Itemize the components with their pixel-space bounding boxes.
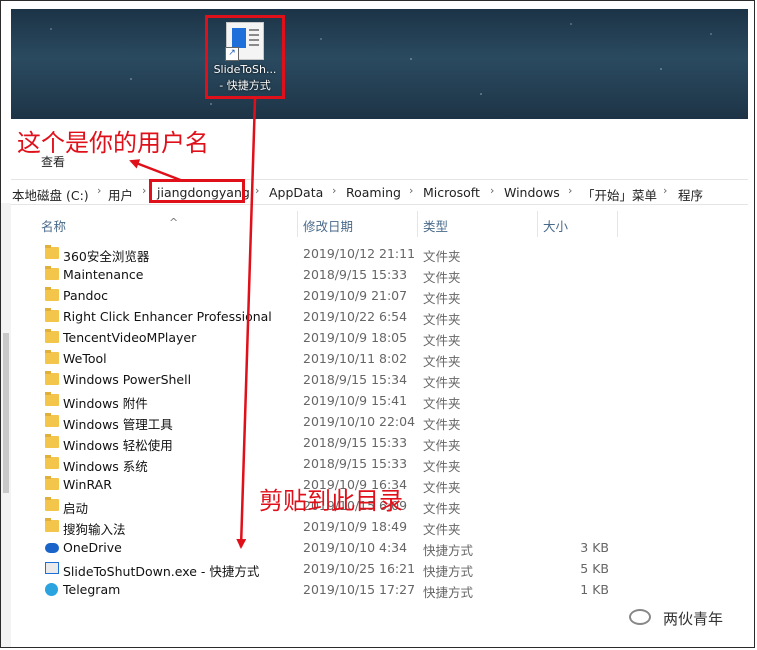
wechat-icon [629, 609, 651, 625]
screenshot-frame: ↗ SlideToSh... - 快捷方式 这个是你的用户名 查看 本地磁盘 (… [0, 0, 755, 648]
paste-target-arrow [236, 98, 257, 549]
watermark-text: 两伙青年 [663, 610, 724, 628]
username-pointer-arrow [129, 159, 184, 183]
annotation-arrows [129, 98, 257, 549]
paste-annotation: 剪贴到此目录 [259, 487, 403, 515]
